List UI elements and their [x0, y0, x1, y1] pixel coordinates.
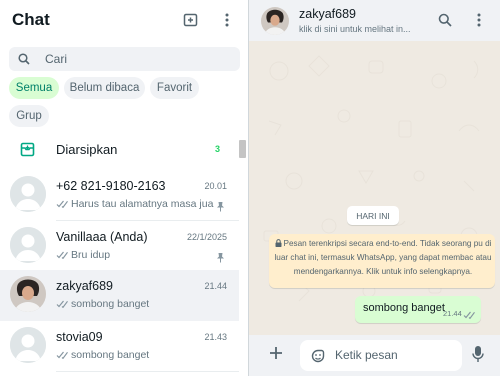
filter-chip-favorites[interactable]: Favorit: [150, 77, 199, 99]
filter-chip-all[interactable]: Semua: [9, 77, 59, 99]
chat-list-item[interactable]: +62 821-9180-2163 20.01 Harus tau alamat…: [0, 170, 239, 221]
chat-preview-text: sombong banget: [71, 298, 150, 310]
chat-preview: Bru idup: [56, 249, 214, 261]
filter-chip-unread[interactable]: Belum dibaca: [64, 77, 145, 99]
chat-list-panel: Chat Semua Belum dibaca Favorit Grup Dia…: [0, 0, 249, 376]
message-time: 21.44: [443, 309, 462, 318]
encryption-notice-text: Pesan terenkripsi secara end-to-end. Tid…: [274, 239, 492, 276]
date-separator: HARI INI: [347, 206, 399, 225]
menu-icon[interactable]: [217, 10, 237, 30]
message-text: sombong banget: [363, 302, 445, 314]
chat-name: stovia09: [56, 330, 103, 344]
double-check-icon: [56, 351, 69, 359]
lock-icon: [275, 239, 281, 247]
message-outgoing[interactable]: sombong banget 21.44: [355, 296, 481, 323]
contact-name: zakyaf689: [299, 7, 356, 21]
filter-chip-groups[interactable]: Grup: [9, 105, 49, 127]
menu-icon[interactable]: [469, 10, 489, 30]
composer-box: [300, 340, 462, 371]
archived-count: 3: [215, 144, 221, 154]
divider: [56, 371, 239, 372]
conversation-header[interactable]: zakyaf689 klik di sini untuk melihat in.…: [249, 0, 500, 41]
chat-preview: sombong banget: [56, 349, 214, 361]
chat-name: zakyaf689: [56, 279, 113, 293]
double-check-icon: [56, 200, 69, 208]
chat-preview-text: Bru idup: [71, 249, 111, 261]
scrollbar[interactable]: [239, 140, 246, 158]
avatar: [10, 327, 46, 363]
chat-preview-text: sombong banget: [71, 349, 150, 361]
chat-time: 21.44: [204, 281, 227, 291]
mic-icon[interactable]: [472, 345, 484, 368]
chat-time: 22/1/2025: [186, 232, 227, 242]
chat-list-header: Chat: [0, 0, 248, 40]
chat-name: +62 821-9180-2163: [56, 179, 166, 193]
encryption-notice[interactable]: Pesan terenkripsi secara end-to-end. Tid…: [269, 234, 495, 288]
chat-wallpaper: [263, 55, 480, 302]
avatar: [10, 276, 46, 312]
new-chat-icon[interactable]: [181, 10, 201, 30]
message-input[interactable]: [335, 348, 455, 362]
archive-icon: [20, 142, 35, 162]
contact-info-hint: klik di sini untuk melihat in...: [299, 24, 411, 34]
page-title: Chat: [12, 10, 50, 29]
archived-label: Diarsipkan: [56, 142, 118, 157]
double-check-icon: [56, 300, 69, 308]
double-check-icon: [463, 306, 476, 324]
emoji-icon[interactable]: [310, 348, 326, 369]
chat-time: 20.01: [204, 181, 227, 191]
search-bar: [9, 47, 240, 71]
chat-preview: sombong banget: [56, 298, 214, 310]
chat-time: 21.43: [204, 332, 227, 342]
chat-list-item-selected[interactable]: zakyaf689 21.44 sombong banget: [0, 270, 239, 321]
plus-icon[interactable]: [268, 345, 284, 366]
contact-avatar[interactable]: [261, 7, 289, 35]
double-check-icon: [56, 251, 69, 259]
search-icon: [9, 53, 39, 65]
chat-list-item[interactable]: Vanillaaa (Anda) 22/1/2025 Bru idup: [0, 221, 239, 272]
chat-list-item[interactable]: stovia09 21.43 sombong banget: [0, 321, 239, 372]
message-composer: [249, 335, 500, 376]
chat-name: Vanillaaa (Anda): [56, 230, 148, 244]
pin-icon: [216, 199, 225, 217]
avatar: [10, 176, 46, 212]
archived-row[interactable]: Diarsipkan 3: [0, 138, 240, 162]
search-input[interactable]: [45, 52, 235, 66]
chat-preview-text: Harus tau alamatnya masa jual...: [71, 198, 214, 210]
search-icon[interactable]: [435, 10, 455, 30]
conversation-panel: zakyaf689 klik di sini untuk melihat in.…: [249, 0, 500, 376]
avatar: [10, 227, 46, 263]
pin-icon: [216, 250, 225, 268]
chat-preview: Harus tau alamatnya masa jual...: [56, 198, 214, 210]
